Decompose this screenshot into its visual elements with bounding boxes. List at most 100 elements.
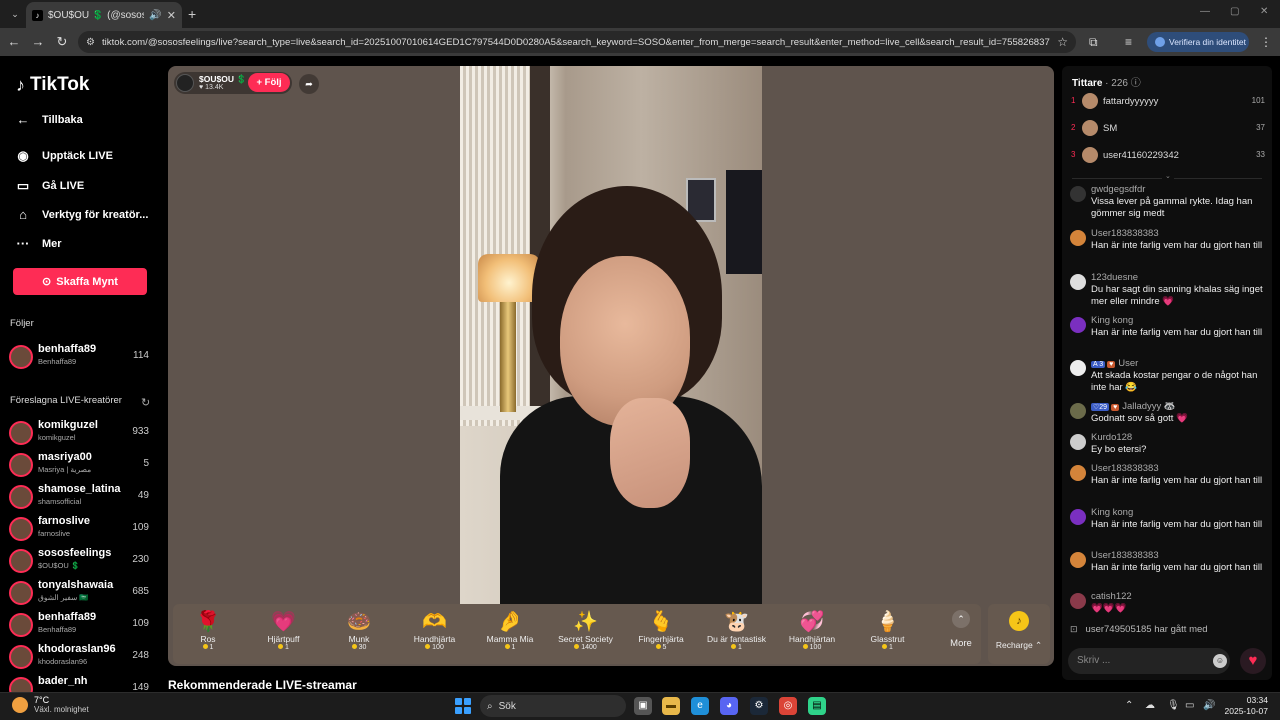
live-video[interactable]	[460, 66, 762, 604]
app-icon[interactable]: ▤	[808, 697, 826, 715]
tiktok-logo[interactable]: ♪ TikTok	[16, 74, 89, 96]
host-avatar[interactable]	[176, 74, 194, 92]
edge-icon[interactable]: e	[691, 697, 709, 715]
avatar[interactable]	[1070, 434, 1086, 450]
cloud-icon[interactable]: ☁	[1145, 700, 1155, 711]
chat-author[interactable]: 123duesne	[1091, 272, 1138, 283]
tab-search-chevron-icon[interactable]: ⌄	[6, 5, 24, 23]
verify-identity-button[interactable]: Verifiera din identitet	[1147, 32, 1249, 52]
address-bar[interactable]: ⚙ tiktok.com/@sososfeelings/live?search_…	[78, 31, 1076, 53]
chat-author[interactable]: catish122	[1091, 591, 1132, 602]
gift-item[interactable]: 🍦 Glasstrut 1	[853, 609, 923, 661]
suggested-creator-item[interactable]: benhaffa89 Benhaffa89 109	[9, 611, 151, 637]
following-item[interactable]: benhaffa89 Benhaffa89 114	[9, 343, 151, 369]
chevron-down-icon[interactable]: ⌄	[1162, 172, 1174, 180]
taskbar-search[interactable]: ⌕ Sök	[480, 695, 626, 717]
speaker-icon[interactable]: 🔊	[149, 10, 161, 21]
get-coins-button[interactable]: ⊙ Skaffa Mynt	[13, 268, 147, 295]
back-arrow-icon[interactable]: ←	[6, 34, 22, 50]
gift-item[interactable]: 💗 Hjärtpuff 1	[249, 609, 319, 661]
suggested-creator-item[interactable]: masriya00 Masriya | مصرية 5	[9, 451, 151, 477]
minimize-icon[interactable]: —	[1200, 6, 1210, 17]
share-icon[interactable]: ➦	[299, 74, 319, 94]
sidebar-item-more[interactable]: ··· Mer	[14, 236, 62, 251]
suggested-creator-item[interactable]: shamose_latina shamsofficial 49	[9, 483, 151, 509]
volume-icon[interactable]: 🔊	[1203, 700, 1215, 711]
chrome-icon[interactable]: ◎	[779, 697, 797, 715]
file-explorer-icon[interactable]: ▬	[662, 697, 680, 715]
chat-author[interactable]: User183838383	[1091, 463, 1159, 474]
extensions-icon[interactable]: ⧉	[1089, 35, 1098, 50]
url-text[interactable]: tiktok.com/@sososfeelings/live?search_ty…	[102, 37, 1050, 48]
chat-author[interactable]: gwdgegsdfdr	[1091, 184, 1145, 195]
gift-item[interactable]: 🌹 Ros 1	[173, 609, 243, 661]
more-gifts-button[interactable]: ⌃ More	[941, 610, 981, 649]
taskbar-clock[interactable]: 03:34 2025-10-07	[1222, 695, 1268, 717]
top-viewer-item[interactable]: 2 SM 37	[1071, 120, 1267, 138]
weather-widget[interactable]: 7°C Växl. molnighet	[12, 695, 89, 715]
chat-message[interactable]: A 3 ♥ User Att skada kostar pengar o de någ…	[1070, 358, 1266, 398]
refresh-icon[interactable]: ↻	[141, 396, 150, 409]
chat-message[interactable]: User183838383 Han är inte farlig vem har …	[1070, 228, 1266, 268]
site-info-icon[interactable]: ⚙	[86, 37, 95, 48]
emoji-icon[interactable]: ☺	[1213, 654, 1227, 668]
browser-tab-active[interactable]: ♪ $OU$OU 💲 (@sososfeelings 🔊 ✕	[26, 2, 182, 28]
chat-message[interactable]: User183838383 Han är inte farlig vem har …	[1070, 550, 1266, 590]
chat-author[interactable]: A 3 ♥ User	[1091, 358, 1138, 369]
suggested-creator-item[interactable]: komikguzel komikguzel 933	[9, 419, 151, 445]
top-viewer-item[interactable]: 3 user41160229342 33	[1071, 147, 1267, 165]
avatar[interactable]	[1070, 465, 1086, 481]
media-queue-icon[interactable]: ≡	[1125, 35, 1132, 49]
browser-menu-icon[interactable]: ⋮	[1260, 35, 1272, 49]
gift-item[interactable]: 🫶 Handhjärta 100	[400, 609, 470, 661]
sidebar-item-discover-live[interactable]: ◉ Upptäck LIVE	[14, 148, 113, 164]
avatar[interactable]	[1070, 230, 1086, 246]
tray-chevron-icon[interactable]: ⌃	[1125, 700, 1133, 711]
sidebar-item-creator-tools[interactable]: ⌂ Verktyg för kreatör...	[14, 207, 148, 222]
chat-input[interactable]: Skriv ...	[1068, 648, 1230, 674]
suggested-creator-item[interactable]: farnoslive farnoslive 109	[9, 515, 151, 541]
chat-message[interactable]: 123duesne Du har sagt din sanning khalas …	[1070, 272, 1266, 312]
live-stream-stage[interactable]: $OU$OU 💲 ♥ 13.4K + Följ ➦ 🌹 Ros 1 💗 Hjärtpuf…	[168, 66, 1054, 666]
chat-author[interactable]: User183838383	[1091, 228, 1159, 239]
chat-author[interactable]: Kurdo128	[1091, 432, 1132, 443]
avatar[interactable]	[1070, 186, 1086, 202]
forward-arrow-icon[interactable]: →	[30, 34, 46, 50]
chat-author[interactable]: ♡29 ♥ Jalladyyy 🦝	[1091, 401, 1176, 412]
bookmark-star-icon[interactable]: ☆	[1057, 35, 1068, 49]
avatar[interactable]	[1070, 317, 1086, 333]
gift-item[interactable]: 🐮 Du är fantastisk 1	[702, 609, 772, 661]
chat-message[interactable]: User183838383 Han är inte farlig vem har …	[1070, 463, 1266, 503]
info-icon[interactable]: ⓘ	[1131, 78, 1141, 89]
suggested-creator-item[interactable]: tonyalshawaia سفير الشوق 🇸🇦 685	[9, 579, 151, 605]
suggested-creator-item[interactable]: sososfeelings $OU$OU 💲 230	[9, 547, 151, 573]
avatar[interactable]	[1070, 593, 1086, 609]
follow-button[interactable]: + Följ	[248, 73, 290, 92]
gift-item[interactable]: 🤌 Mamma Mia 1	[475, 609, 545, 661]
viewers-heading[interactable]: Tittare · 226 ⓘ	[1072, 74, 1141, 89]
network-icon[interactable]: ▭	[1185, 700, 1194, 711]
chat-message[interactable]: King kong Han är inte farlig vem har du g…	[1070, 507, 1266, 547]
microphone-icon[interactable]: 🎙	[1167, 700, 1180, 711]
avatar[interactable]	[1070, 403, 1086, 419]
chat-message[interactable]: King kong Han är inte farlig vem har du g…	[1070, 315, 1266, 355]
tab-close-icon[interactable]: ✕	[167, 9, 176, 22]
gift-item[interactable]: ✨ Secret Society 1400	[551, 609, 621, 661]
window-close-icon[interactable]: ✕	[1260, 6, 1268, 17]
sidebar-item-go-live[interactable]: ▭ Gå LIVE	[14, 178, 84, 194]
gift-item[interactable]: 💞 Handhjärtan 100	[777, 609, 847, 661]
avatar[interactable]	[1070, 552, 1086, 568]
gift-item[interactable]: 🍩 Munk 30	[324, 609, 394, 661]
suggested-creator-item[interactable]: bader_nh 149	[9, 675, 151, 692]
recharge-button[interactable]: ♪ Recharge ⌃	[988, 604, 1050, 664]
top-viewer-item[interactable]: 1 fattardyyyyyy 101	[1071, 93, 1267, 111]
new-tab-icon[interactable]: +	[188, 6, 196, 22]
windows-start-icon[interactable]	[455, 698, 471, 714]
chat-message[interactable]: gwdgegsdfdr Vissa lever på gammal rykte. …	[1070, 184, 1266, 224]
maximize-icon[interactable]: ▢	[1230, 6, 1239, 17]
steam-icon[interactable]: ⚙	[750, 697, 768, 715]
avatar[interactable]	[1070, 360, 1086, 376]
back-link[interactable]: ← Tillbaka	[14, 112, 83, 127]
suggested-creator-item[interactable]: khodoraslan96 khodoraslan96 248	[9, 643, 151, 669]
discord-icon[interactable]: ◕	[720, 697, 738, 715]
